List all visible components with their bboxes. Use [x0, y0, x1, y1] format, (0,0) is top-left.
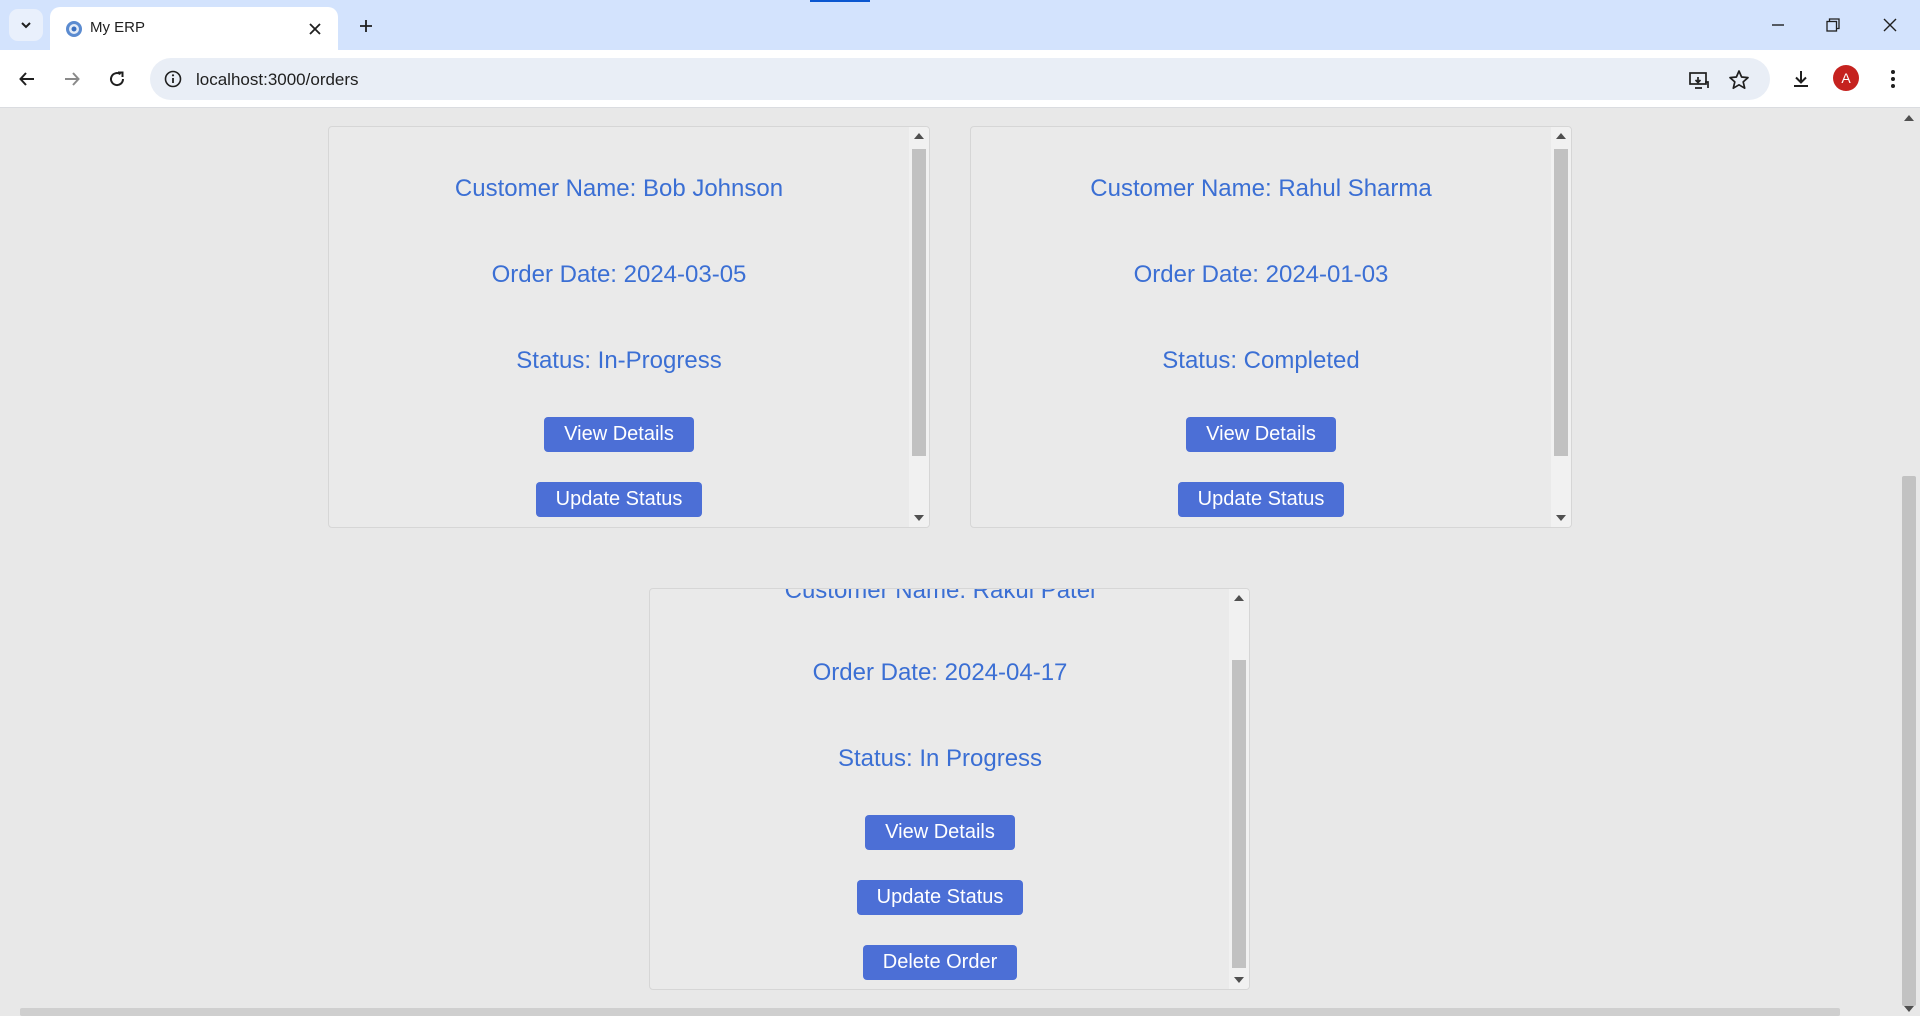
tab-strip: My ERP: [0, 0, 1920, 50]
view-details-button[interactable]: View Details: [544, 417, 694, 452]
download-icon: [1794, 71, 1808, 87]
view-details-button[interactable]: View Details: [865, 815, 1015, 850]
globe-icon: [66, 21, 82, 37]
install-app-icon: [1689, 72, 1709, 89]
close-icon: [309, 23, 321, 35]
tab-search-button[interactable]: [9, 9, 43, 41]
install-app-button[interactable]: [1686, 67, 1712, 93]
view-details-button[interactable]: View Details: [1186, 417, 1336, 452]
order-date: Order Date: 2024-01-03: [1133, 261, 1389, 288]
url-text: localhost:3000/orders: [196, 70, 359, 89]
bookmark-button[interactable]: [1726, 67, 1752, 93]
scrollbar-thumb[interactable]: [912, 149, 926, 456]
scroll-down-arrow-icon[interactable]: [1234, 977, 1244, 983]
order-card: Customer Name: Bob Johnson Order Date: 2…: [328, 126, 930, 528]
site-info-button[interactable]: [162, 68, 184, 90]
card-scrollbar[interactable]: [909, 127, 929, 527]
arrow-left-icon: [19, 72, 34, 86]
order-status: Status: Completed: [1162, 347, 1360, 374]
scrollbar-thumb[interactable]: [1232, 660, 1246, 968]
forward-button[interactable]: [55, 62, 89, 96]
page-scrollbar[interactable]: [1898, 109, 1920, 1016]
arrow-right-icon: [65, 72, 80, 86]
order-status: Status: In Progress: [837, 745, 1043, 772]
order-date: Order Date: 2024-04-17: [812, 659, 1068, 686]
card-scrollbar[interactable]: [1229, 589, 1249, 989]
order-card: Customer Name: Rakul Patel Order Date: 2…: [649, 588, 1250, 990]
menu-button[interactable]: [1878, 64, 1908, 94]
scroll-down-arrow-icon[interactable]: [1904, 1006, 1914, 1012]
scroll-up-arrow-icon[interactable]: [1234, 595, 1244, 601]
update-status-button[interactable]: Update Status: [857, 880, 1023, 915]
minimize-icon: [1772, 24, 1784, 26]
reload-icon: [110, 71, 125, 87]
plus-icon: [360, 20, 372, 32]
customer-name: Customer Name: Rahul Sharma: [1090, 175, 1432, 202]
restore-button[interactable]: [1811, 8, 1855, 42]
restore-icon: [1826, 18, 1840, 32]
scroll-down-arrow-icon[interactable]: [914, 515, 924, 521]
scroll-down-arrow-icon[interactable]: [1556, 515, 1566, 521]
update-status-button[interactable]: Update Status: [536, 482, 702, 517]
page-content: Customer Name: Bob Johnson Order Date: 2…: [0, 109, 1920, 1016]
delete-order-button[interactable]: Delete Order: [863, 945, 1017, 980]
browser-tab[interactable]: My ERP: [50, 7, 338, 50]
tab-close-button[interactable]: [304, 18, 326, 40]
chevron-down-icon: [21, 22, 31, 29]
profile-avatar[interactable]: A: [1833, 65, 1859, 91]
browser-toolbar: localhost:3000/orders A: [0, 50, 1920, 108]
tab-title: My ERP: [90, 19, 146, 36]
downloads-button[interactable]: [1786, 64, 1816, 94]
star-icon: [1729, 70, 1749, 90]
customer-name: Customer Name: Bob Johnson: [454, 175, 784, 202]
new-tab-button[interactable]: [352, 12, 380, 40]
reload-button[interactable]: [100, 62, 134, 96]
info-icon: [164, 70, 182, 88]
scrollbar-thumb[interactable]: [1902, 476, 1916, 1006]
scroll-up-arrow-icon[interactable]: [914, 133, 924, 139]
scrollbar-thumb[interactable]: [1554, 149, 1568, 456]
address-bar[interactable]: localhost:3000/orders: [150, 58, 1770, 100]
horizontal-scrollbar[interactable]: [20, 1008, 1840, 1016]
order-card: Customer Name: Rahul Sharma Order Date: …: [970, 126, 1572, 528]
order-status: Status: In-Progress: [516, 347, 722, 374]
update-status-button[interactable]: Update Status: [1178, 482, 1344, 517]
close-icon: [1883, 18, 1897, 32]
scroll-up-arrow-icon[interactable]: [1904, 115, 1914, 121]
minimize-button[interactable]: [1756, 8, 1800, 42]
tab-drag-indicator: [810, 0, 870, 2]
scroll-up-arrow-icon[interactable]: [1556, 133, 1566, 139]
close-window-button[interactable]: [1868, 8, 1912, 42]
more-vert-icon: [1891, 70, 1895, 88]
card-scrollbar[interactable]: [1551, 127, 1571, 527]
order-date: Order Date: 2024-03-05: [491, 261, 747, 288]
customer-name: Customer Name: Rakul Patel: [784, 588, 1096, 604]
back-button[interactable]: [10, 62, 44, 96]
